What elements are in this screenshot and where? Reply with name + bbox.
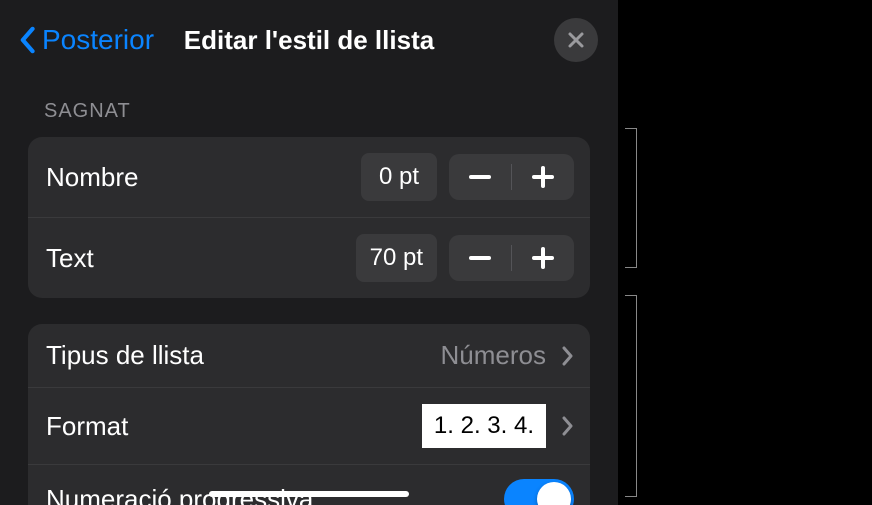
list-type-value: Números — [441, 340, 546, 371]
indent-text-row: Text 70 pt — [28, 218, 590, 298]
minus-icon — [469, 256, 491, 260]
format-label: Format — [46, 411, 128, 442]
indent-text-decrement[interactable] — [449, 235, 511, 281]
back-label: Posterior — [42, 24, 154, 56]
indent-group: Nombre 0 pt Text 70 pt — [28, 137, 590, 298]
list-type-right: Números — [441, 340, 574, 371]
chevron-right-icon — [562, 416, 574, 436]
plus-icon — [532, 166, 554, 188]
indent-number-decrement[interactable] — [449, 154, 511, 200]
indent-number-stepper — [449, 154, 574, 200]
callout-bracket-indent — [625, 128, 637, 268]
format-right: 1. 2. 3. 4. — [422, 404, 574, 448]
progressive-numbering-row: Numeració progressiva — [28, 465, 590, 505]
callout-bracket-list — [625, 295, 637, 497]
list-style-panel: Posterior Editar l'estil de llista SAGNA… — [0, 0, 618, 505]
indent-number-row: Nombre 0 pt — [28, 137, 590, 218]
indent-text-value[interactable]: 70 pt — [356, 234, 437, 282]
indent-number-controls: 0 pt — [361, 153, 574, 201]
close-icon — [566, 30, 586, 50]
indent-text-increment[interactable] — [512, 235, 574, 281]
toggle-knob — [537, 482, 571, 505]
progressive-numbering-toggle[interactable] — [504, 479, 574, 505]
close-button[interactable] — [554, 18, 598, 62]
plus-icon — [532, 247, 554, 269]
indent-number-increment[interactable] — [512, 154, 574, 200]
chevron-left-icon — [18, 26, 36, 54]
list-settings-group: Tipus de llista Números Format 1. 2. 3. … — [28, 324, 590, 505]
indent-section-label: SAGNAT — [0, 86, 618, 133]
indent-text-label: Text — [46, 243, 94, 274]
indent-text-stepper — [449, 235, 574, 281]
chevron-right-icon — [562, 346, 574, 366]
minus-icon — [469, 175, 491, 179]
list-type-row[interactable]: Tipus de llista Números — [28, 324, 590, 388]
indent-text-controls: 70 pt — [356, 234, 574, 282]
back-button[interactable]: Posterior — [18, 24, 154, 56]
format-preview: 1. 2. 3. 4. — [422, 404, 546, 448]
home-indicator[interactable] — [209, 491, 409, 497]
panel-title: Editar l'estil de llista — [184, 25, 434, 56]
indent-number-label: Nombre — [46, 162, 138, 193]
panel-header: Posterior Editar l'estil de llista — [0, 0, 618, 86]
format-row[interactable]: Format 1. 2. 3. 4. — [28, 388, 590, 465]
indent-number-value[interactable]: 0 pt — [361, 153, 437, 201]
list-type-label: Tipus de llista — [46, 340, 204, 371]
